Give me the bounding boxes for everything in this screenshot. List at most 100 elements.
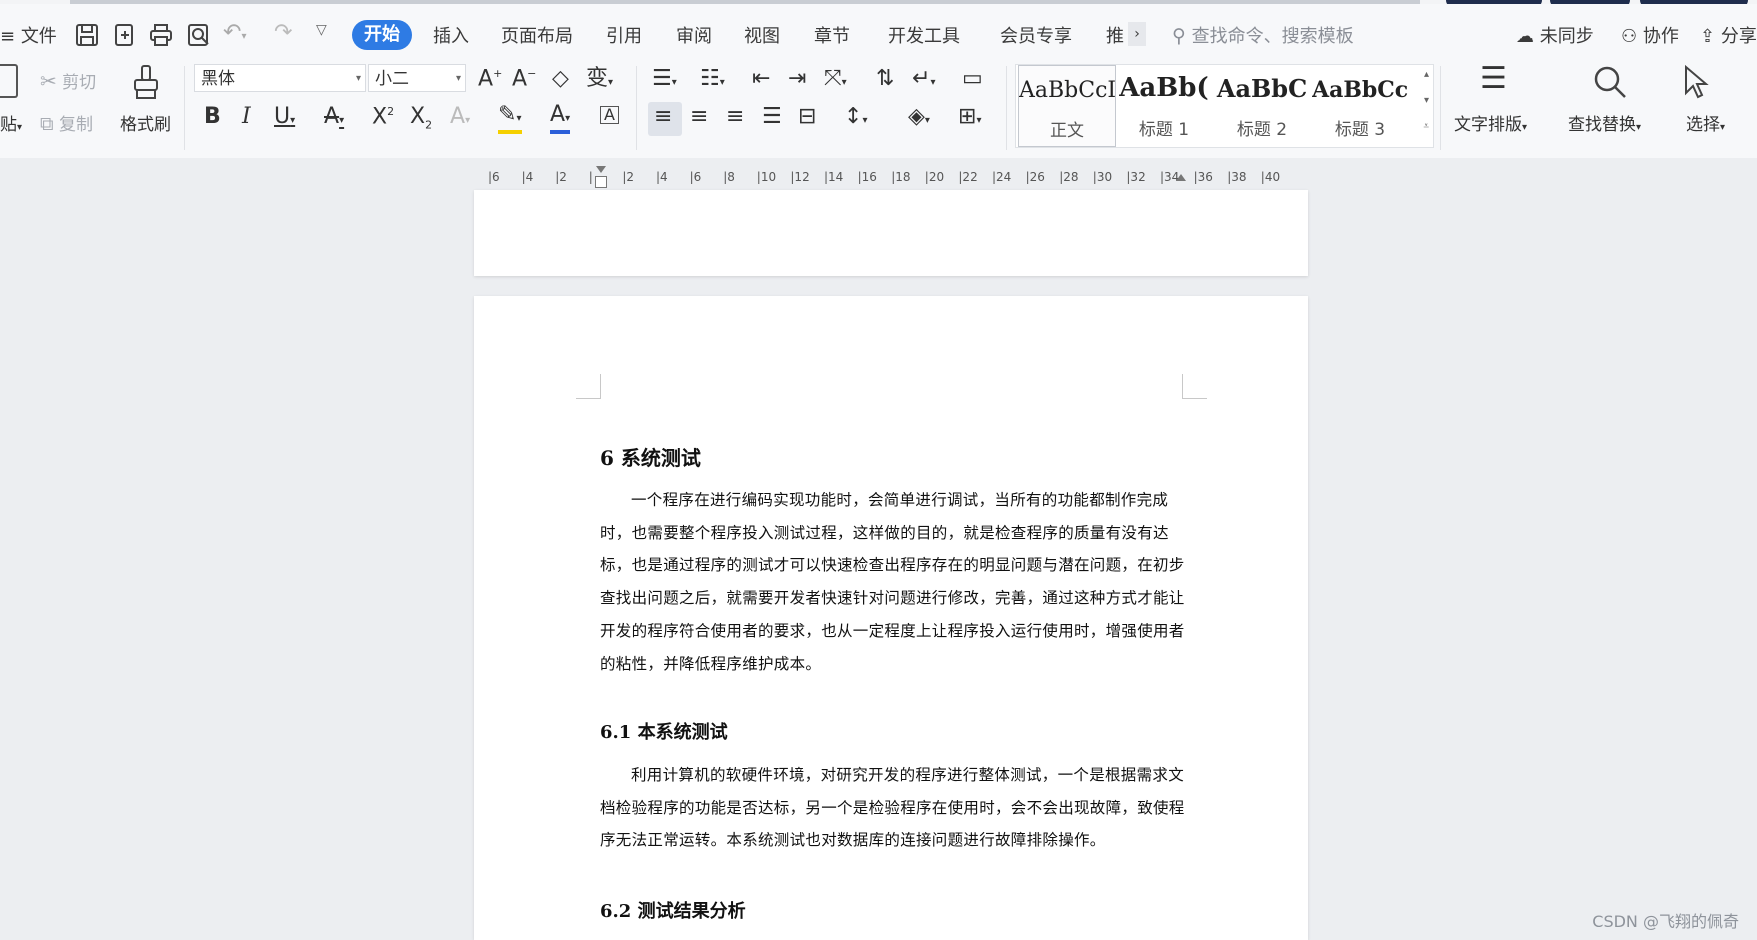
tab-member[interactable]: 会员专享 [1000,22,1072,48]
show-marks-icon[interactable]: ↵▾ [912,68,935,90]
bold-icon[interactable]: B [204,106,221,128]
tab-stops-icon[interactable]: ▭ [962,68,983,90]
scissors-icon: ✂ [40,69,57,93]
format-painter-button[interactable]: 格式刷 [120,110,171,135]
ruler-tick: |10 [756,170,777,184]
document-page[interactable]: 6 系统测试 一个程序在进行编码实现功能时，会简单进行调试，当所有的功能都制作完… [474,296,1308,940]
menu-bar: ≡ 文件 ↶▾ ↷ ▽ 开始 插入 页面布局 引用 审阅 视图 章节 开发工具 … [0,4,1757,58]
redo-icon[interactable]: ↷ [274,20,292,45]
text-effect-icon[interactable]: A▾ [450,106,470,128]
ruler-tick: |32 [1126,170,1146,184]
select-label: 选择 [1686,115,1720,135]
select-button[interactable]: 选择▾ [1686,110,1725,135]
ruler-tick: |20 [924,170,945,184]
ruler-tick: |36 [1193,170,1213,184]
copy-button[interactable]: ⧉ 复制 [40,110,93,135]
tab-developer[interactable]: 开发工具 [888,22,960,48]
bullet-list-icon[interactable]: ☰▾ [652,68,677,90]
tab-page-layout[interactable]: 页面布局 [501,22,573,48]
shrink-font-icon[interactable]: A− [512,68,536,90]
undo-icon[interactable]: ↶▾ [223,20,246,45]
watermark: CSDN @飞翔的佩奇 [1592,912,1739,931]
ruler-tick: |18 [891,170,911,184]
font-family-value: 黑体 [201,69,235,89]
customize-quick-access-icon[interactable]: ▽ [316,22,327,38]
align-center-icon[interactable]: ≡ [690,106,708,128]
print-preview-icon[interactable] [186,22,212,48]
ruler-tick: |40 [1260,170,1281,184]
style-heading-1[interactable]: AaBb( 标题 1 [1116,65,1212,145]
subscript-icon[interactable]: X2 [410,105,432,130]
borders-icon[interactable]: ⊞▾ [958,106,981,128]
print-icon[interactable] [148,22,174,48]
share-button[interactable]: ⇪ 分享 [1700,22,1757,48]
command-search[interactable]: ⚲ 查找命令、搜索模板 [1172,22,1354,48]
grow-font-icon[interactable]: A+ [478,68,502,90]
tab-insert[interactable]: 插入 [433,22,469,48]
save-icon[interactable] [74,22,100,48]
increase-indent-icon[interactable]: ⇥ [788,68,806,90]
cut-button[interactable]: ✂ 剪切 [40,68,96,93]
style-name: 标题 1 [1138,120,1190,140]
share-icon: ⇪ [1700,26,1716,47]
style-normal[interactable]: AaBbCcI 正文 [1018,65,1116,147]
tab-chapter[interactable]: 章节 [814,22,850,48]
style-heading-2[interactable]: AaBbC 标题 2 [1214,65,1310,145]
decrease-indent-icon[interactable]: ⇤ [752,68,770,90]
find-replace-button[interactable]: 查找替换▾ [1568,110,1641,135]
share-label: 分享 [1720,26,1757,47]
style-preview: AaBbCcI [1019,78,1116,103]
styles-scroll-down-icon[interactable]: ▾ [1424,95,1429,106]
format-painter-icon[interactable] [132,64,162,100]
superscript-icon[interactable]: X2 [372,106,394,128]
tab-view[interactable]: 视图 [744,22,780,48]
font-color-icon[interactable]: A▾ [550,104,570,126]
sort-icon[interactable]: ⇅ [876,68,894,90]
char-border-icon[interactable]: A [600,106,619,124]
document-page-previous[interactable] [474,190,1308,276]
paste-icon[interactable] [0,64,18,98]
tab-references[interactable]: 引用 [606,22,642,48]
horizontal-ruler[interactable]: |6 |4 |2 | |2 |4 |6 |8 |10 |12 |14 |16 |18 |20 |22 |24 |… [0,158,1757,190]
text-layout-label: 文字排版 [1454,115,1522,135]
tab-scroll-right-icon[interactable]: › [1128,22,1146,46]
chinese-layout-icon[interactable]: ⤧▾ [824,68,847,90]
copy-label: 复制 [58,115,93,135]
highlight-icon[interactable]: ✎▾ [498,104,521,126]
font-size-select[interactable]: 小二 ▾ [368,64,466,92]
align-left-icon[interactable]: ≡ [654,106,672,128]
sync-status[interactable]: ☁ 未同步 [1516,22,1594,48]
styles-more-icon[interactable]: ⩡ [1423,121,1429,132]
margin-corner-mark [1182,374,1207,399]
ruler-tick: |6 [488,170,500,184]
ruler-tick: |6 [689,170,702,184]
first-line-indent-marker[interactable] [596,166,606,173]
line-spacing-icon[interactable]: ↕▾ [844,106,867,128]
justify-icon[interactable]: ☰ [762,106,782,128]
left-indent-marker[interactable] [595,176,607,188]
cursor-select-icon [1685,64,1709,99]
italic-icon[interactable]: I [242,106,251,128]
shading-icon[interactable]: ◈▾ [908,106,930,128]
align-right-icon[interactable]: ≡ [726,106,744,128]
numbered-list-icon[interactable]: ☷▾ [700,68,725,90]
font-family-select[interactable]: 黑体 ▾ [194,64,366,92]
distributed-icon[interactable]: ⊟ [798,106,816,128]
file-menu[interactable]: ≡ 文件 [0,22,57,48]
styles-scroll-up-icon[interactable]: ▴ [1424,69,1429,80]
chevron-down-icon: ▾ [455,73,461,84]
style-heading-3[interactable]: AaBbCcI 标题 3 [1312,65,1408,145]
export-pdf-icon[interactable] [112,22,138,48]
find-replace-label: 查找替换 [1568,115,1636,135]
tab-review[interactable]: 审阅 [676,22,712,48]
strikethrough-icon[interactable]: A▾ [324,106,344,128]
tab-recommend[interactable]: 推 [1106,22,1124,48]
pinyin-guide-icon[interactable]: 变▾ [586,68,613,90]
text-layout-button[interactable]: 文字排版▾ [1454,110,1527,135]
tab-home[interactable]: 开始 [352,20,412,50]
paste-button[interactable]: 贴▾ [0,110,22,135]
collaborate-button[interactable]: ⚇ 协作 [1621,22,1679,48]
clear-format-icon[interactable]: ◇ [552,68,569,90]
underline-icon[interactable]: U▾ [274,106,295,128]
right-indent-marker[interactable] [1176,174,1186,181]
